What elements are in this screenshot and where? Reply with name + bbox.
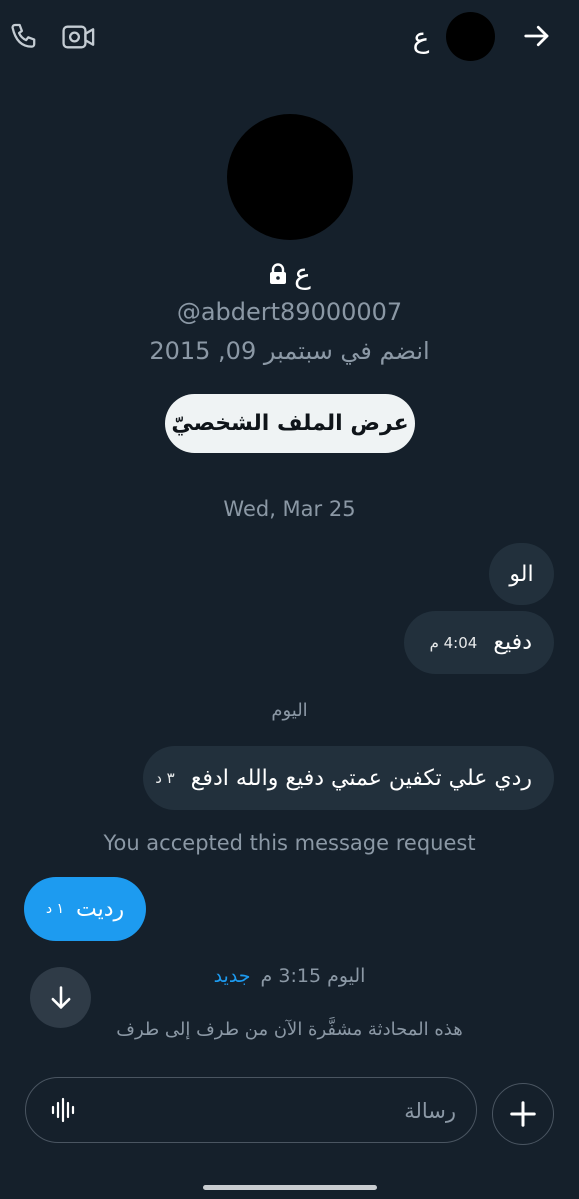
message-text: الو (509, 561, 534, 587)
profile-joined-date: انضم في سبتمبر 09, 2015 (149, 337, 430, 365)
message-timestamp: ١ د (45, 901, 65, 917)
message-bubble-received[interactable]: ردي علي تكفين عمتي دفيع والله ادفع ٣ د (143, 746, 554, 810)
message-bubble-received[interactable]: الو (489, 543, 554, 605)
request-accepted-notice: You accepted this message request (103, 831, 476, 855)
profile-name-row: ع (0, 256, 579, 292)
back-button[interactable] (517, 16, 557, 56)
message-timestamp: ٣ د (155, 769, 175, 787)
header-contact-name: ع (412, 21, 430, 54)
message-text: دفيع (493, 630, 532, 655)
arrow-down-icon (51, 985, 70, 1009)
message-bubble-sent[interactable]: رديت ١ د (24, 877, 146, 941)
profile-handle: @abdert89000007 (176, 298, 403, 326)
header-avatar[interactable] (446, 12, 495, 61)
video-call-button[interactable] (60, 18, 98, 56)
arrow-right-icon (524, 25, 549, 47)
message-timestamp: 4:04 م (429, 633, 478, 652)
message-text: رديت (76, 896, 125, 922)
today-separator: اليوم (271, 700, 308, 721)
new-label: جديد (213, 965, 251, 987)
message-text: ردي علي تكفين عمتي دفيع والله ادفع (190, 765, 532, 791)
call-button[interactable] (6, 18, 44, 56)
profile-avatar[interactable] (227, 114, 353, 240)
lock-icon (270, 263, 287, 284)
voice-wave-icon[interactable] (50, 1096, 78, 1124)
date-separator: Wed, Mar 25 (223, 497, 356, 521)
message-input[interactable] (106, 1090, 458, 1132)
video-call-icon (62, 25, 95, 49)
plus-icon (510, 1101, 536, 1127)
status-time: اليوم 3:15 م (260, 965, 366, 987)
view-profile-button[interactable]: عرض الملف الشخصيّ (165, 394, 415, 453)
message-composer (25, 1077, 477, 1143)
add-attachment-button[interactable] (492, 1083, 554, 1145)
home-indicator[interactable] (203, 1185, 377, 1190)
profile-name: ع (294, 257, 311, 290)
phone-icon (11, 23, 36, 48)
encryption-notice: هذه المحادثة مشفَّرة الآن من طرف إلى طرف (116, 1019, 463, 1040)
message-bubble-received[interactable]: دفيع 4:04 م (404, 611, 554, 674)
